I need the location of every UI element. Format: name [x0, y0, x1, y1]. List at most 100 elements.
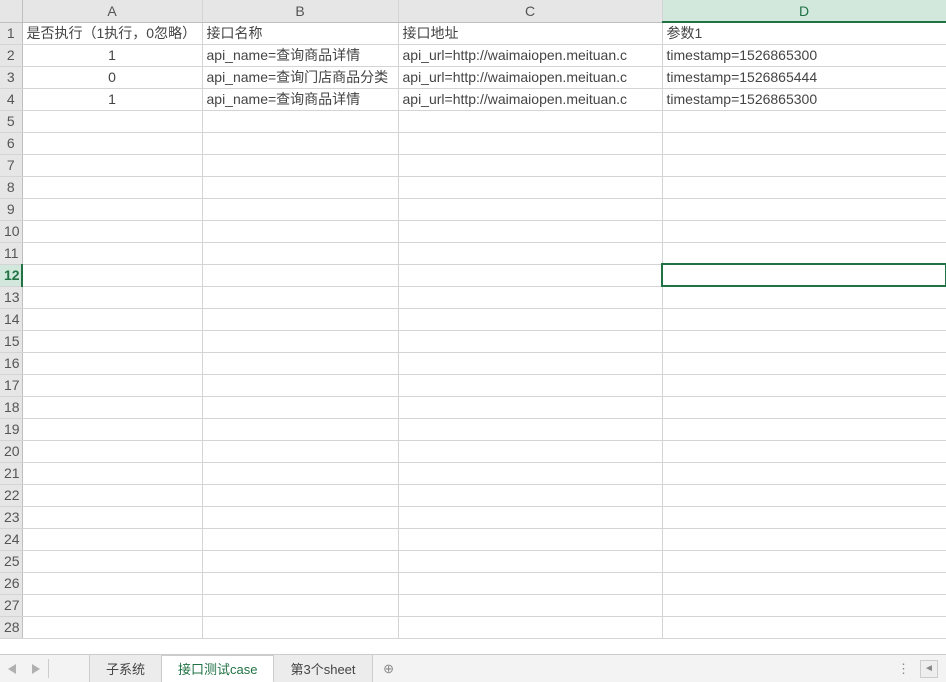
- column-header-B[interactable]: B: [202, 0, 398, 22]
- cell-B17[interactable]: [202, 374, 398, 396]
- cell-A19[interactable]: [22, 418, 202, 440]
- cell-C25[interactable]: [398, 550, 662, 572]
- cell-D28[interactable]: [662, 616, 946, 638]
- cell-A27[interactable]: [22, 594, 202, 616]
- row-header[interactable]: 13: [0, 286, 22, 308]
- row-header[interactable]: 4: [0, 88, 22, 110]
- row-header[interactable]: 28: [0, 616, 22, 638]
- cell-D7[interactable]: [662, 154, 946, 176]
- cell-C1[interactable]: 接口地址: [398, 22, 662, 44]
- cell-C16[interactable]: [398, 352, 662, 374]
- cell-D9[interactable]: [662, 198, 946, 220]
- cell-A15[interactable]: [22, 330, 202, 352]
- cell-D26[interactable]: [662, 572, 946, 594]
- cell-B12[interactable]: [202, 264, 398, 286]
- cell-A14[interactable]: [22, 308, 202, 330]
- row-header[interactable]: 8: [0, 176, 22, 198]
- cell-C6[interactable]: [398, 132, 662, 154]
- cell-D1[interactable]: 参数1: [662, 22, 946, 44]
- sheet-tab[interactable]: 子系统: [89, 655, 162, 682]
- row-header[interactable]: 1: [0, 22, 22, 44]
- cell-C28[interactable]: [398, 616, 662, 638]
- cell-B13[interactable]: [202, 286, 398, 308]
- cell-D23[interactable]: [662, 506, 946, 528]
- row-header[interactable]: 21: [0, 462, 22, 484]
- cell-C17[interactable]: [398, 374, 662, 396]
- cell-B2[interactable]: api_name=查询商品详情: [202, 44, 398, 66]
- row-header[interactable]: 25: [0, 550, 22, 572]
- cell-C12[interactable]: [398, 264, 662, 286]
- cell-D11[interactable]: [662, 242, 946, 264]
- cell-A1[interactable]: 是否执行（1执行，0忽略）: [22, 22, 202, 44]
- cell-D2[interactable]: timestamp=1526865300: [662, 44, 946, 66]
- cell-D13[interactable]: [662, 286, 946, 308]
- cell-A4[interactable]: 1: [22, 88, 202, 110]
- row-header[interactable]: 6: [0, 132, 22, 154]
- cell-C3[interactable]: api_url=http://waimaiopen.meituan.c: [398, 66, 662, 88]
- cell-A7[interactable]: [22, 154, 202, 176]
- column-header-D[interactable]: D: [662, 0, 946, 22]
- sheet-nav-prev[interactable]: [0, 655, 24, 682]
- cell-B23[interactable]: [202, 506, 398, 528]
- row-header[interactable]: 5: [0, 110, 22, 132]
- cell-A13[interactable]: [22, 286, 202, 308]
- row-header[interactable]: 11: [0, 242, 22, 264]
- column-header-A[interactable]: A: [22, 0, 202, 22]
- cell-D20[interactable]: [662, 440, 946, 462]
- cell-B18[interactable]: [202, 396, 398, 418]
- cell-D5[interactable]: [662, 110, 946, 132]
- cell-B1[interactable]: 接口名称: [202, 22, 398, 44]
- row-header[interactable]: 10: [0, 220, 22, 242]
- cell-D21[interactable]: [662, 462, 946, 484]
- cell-D27[interactable]: [662, 594, 946, 616]
- cell-C24[interactable]: [398, 528, 662, 550]
- cell-A2[interactable]: 1: [22, 44, 202, 66]
- cell-B14[interactable]: [202, 308, 398, 330]
- cell-C27[interactable]: [398, 594, 662, 616]
- cell-D24[interactable]: [662, 528, 946, 550]
- cell-D3[interactable]: timestamp=1526865444: [662, 66, 946, 88]
- tab-options-icon[interactable]: ⋮: [897, 661, 912, 677]
- cell-A16[interactable]: [22, 352, 202, 374]
- hscroll-left-button[interactable]: ◄: [920, 660, 938, 678]
- cell-C2[interactable]: api_url=http://waimaiopen.meituan.c: [398, 44, 662, 66]
- cell-D15[interactable]: [662, 330, 946, 352]
- row-header[interactable]: 22: [0, 484, 22, 506]
- cell-A28[interactable]: [22, 616, 202, 638]
- row-header[interactable]: 14: [0, 308, 22, 330]
- cell-D12[interactable]: [662, 264, 946, 286]
- cell-D6[interactable]: [662, 132, 946, 154]
- cell-C15[interactable]: [398, 330, 662, 352]
- cell-D8[interactable]: [662, 176, 946, 198]
- cell-A17[interactable]: [22, 374, 202, 396]
- select-all-corner[interactable]: [0, 0, 22, 22]
- cell-A3[interactable]: 0: [22, 66, 202, 88]
- cell-C8[interactable]: [398, 176, 662, 198]
- row-header[interactable]: 18: [0, 396, 22, 418]
- cell-A5[interactable]: [22, 110, 202, 132]
- cell-B5[interactable]: [202, 110, 398, 132]
- cell-C21[interactable]: [398, 462, 662, 484]
- cell-C5[interactable]: [398, 110, 662, 132]
- row-header[interactable]: 24: [0, 528, 22, 550]
- cell-B22[interactable]: [202, 484, 398, 506]
- row-header[interactable]: 2: [0, 44, 22, 66]
- row-header[interactable]: 16: [0, 352, 22, 374]
- cell-D10[interactable]: [662, 220, 946, 242]
- cell-B8[interactable]: [202, 176, 398, 198]
- cell-B10[interactable]: [202, 220, 398, 242]
- cell-C18[interactable]: [398, 396, 662, 418]
- cell-B3[interactable]: api_name=查询门店商品分类: [202, 66, 398, 88]
- cell-C26[interactable]: [398, 572, 662, 594]
- cell-C20[interactable]: [398, 440, 662, 462]
- cell-C7[interactable]: [398, 154, 662, 176]
- cell-D25[interactable]: [662, 550, 946, 572]
- row-header[interactable]: 19: [0, 418, 22, 440]
- cell-A9[interactable]: [22, 198, 202, 220]
- cell-A8[interactable]: [22, 176, 202, 198]
- cell-B19[interactable]: [202, 418, 398, 440]
- cell-B21[interactable]: [202, 462, 398, 484]
- cell-B28[interactable]: [202, 616, 398, 638]
- row-header[interactable]: 20: [0, 440, 22, 462]
- row-header[interactable]: 27: [0, 594, 22, 616]
